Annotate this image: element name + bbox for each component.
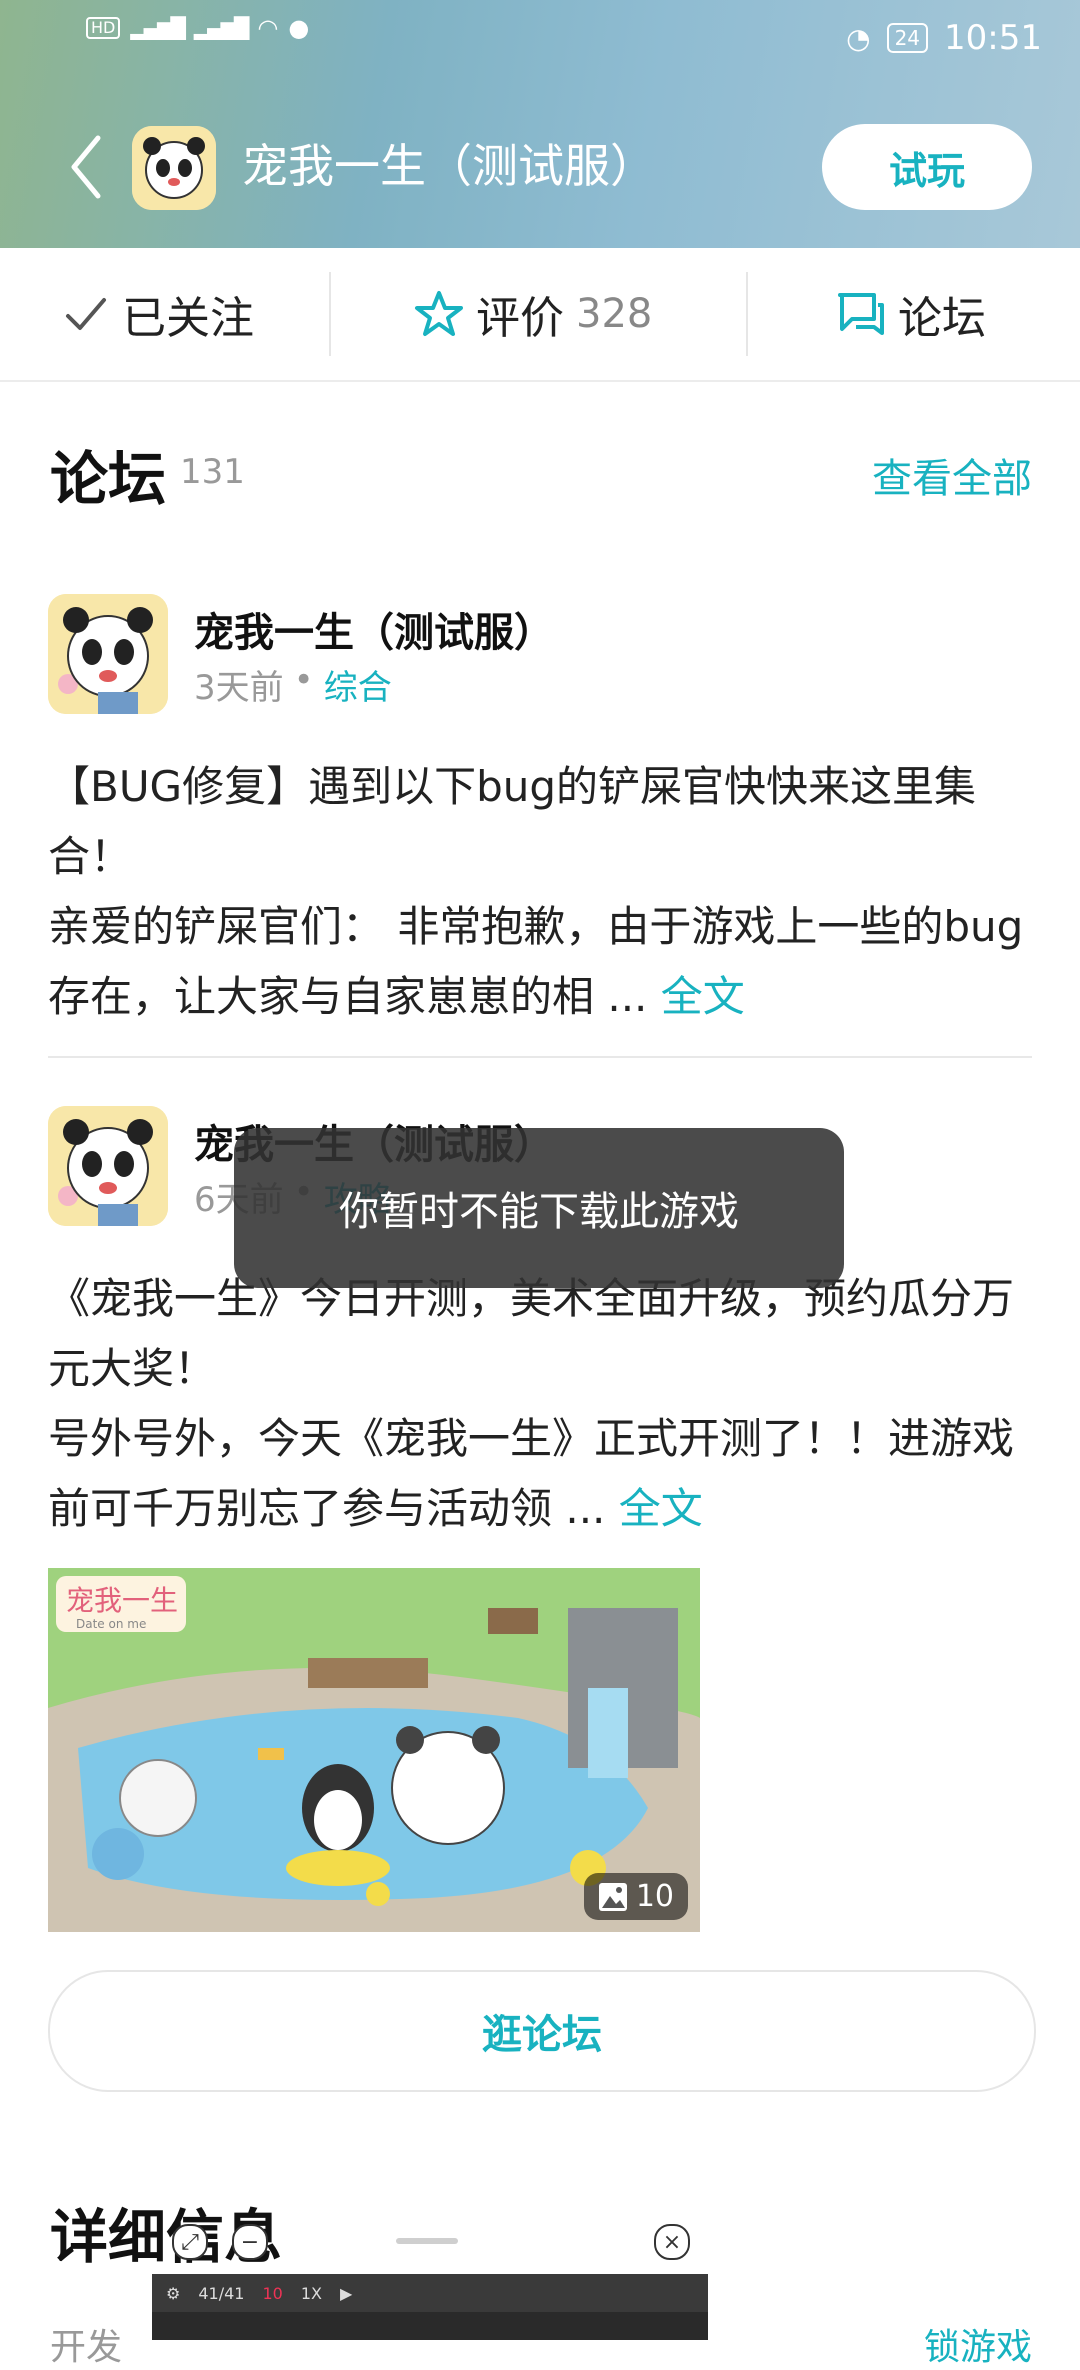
minimize-icon[interactable]: −	[232, 2224, 268, 2260]
forum-count: 131	[180, 452, 245, 492]
image-logo-text: 宠我一生	[66, 1584, 178, 1617]
floating-game-window[interactable]: ⚙ 41/41 10 1X ▶	[152, 2274, 708, 2340]
post-category[interactable]: 综合	[324, 660, 392, 709]
post-image[interactable]: 宠我一生 Date on me 10	[48, 1568, 700, 1932]
browse-forum-button[interactable]: 逛论坛	[48, 1970, 1036, 2092]
nav-bar: 宠我一生（测试服） 试玩	[0, 118, 1080, 218]
post-meta: 3天前 • 综合	[194, 660, 392, 709]
battery-indicator: 24	[886, 23, 929, 53]
status-right: ◔ 24 10:51	[846, 18, 1042, 58]
meta-dot: •	[293, 660, 314, 700]
hd-icon: HD	[86, 17, 121, 39]
game-hud: ⚙ 41/41 10 1X ▶	[152, 2274, 708, 2312]
wifi-icon: ◠	[257, 14, 279, 42]
rate-label: 评价	[476, 293, 564, 344]
app-icon	[132, 126, 216, 210]
image-logo-subtext: Date on me	[76, 1617, 146, 1631]
page-title: 宠我一生（测试服）	[242, 139, 656, 193]
post-headline: 【BUG修复】遇到以下bug的铲屎官快快来这里集合！	[48, 762, 977, 881]
chevron-left-icon	[71, 135, 101, 199]
try-play-button[interactable]: 试玩	[822, 124, 1032, 210]
forum-post[interactable]: 宠我一生（测试服） 3天前 • 综合 【BUG修复】遇到以下bug的铲屎官快快来…	[48, 594, 1032, 1034]
hud-counter: 41/41	[198, 2283, 245, 2303]
follow-tab[interactable]: 已关注	[62, 248, 254, 380]
forum-tab[interactable]: 论坛	[834, 248, 986, 380]
image-icon	[598, 1882, 627, 1911]
speed-icon: ◔	[846, 21, 871, 55]
detail-link[interactable]: 锁游戏	[924, 2318, 1032, 2370]
back-button[interactable]	[66, 132, 106, 202]
post-excerpt: 亲爱的铲屎官们： 非常抱歉，由于游戏上一些的bug存在，让大家与自家崽崽的相 .…	[48, 902, 1024, 1021]
post-avatar	[48, 1106, 168, 1226]
read-more-link[interactable]: 全文	[619, 1484, 703, 1533]
post-author: 宠我一生（测试服）	[194, 610, 554, 656]
hud-speed[interactable]: 1X	[301, 2284, 322, 2303]
post-body: 《宠我一生》今日开测，美术全面升级，预约瓜分万元大奖！ 号外号外，今天《宠我一生…	[48, 1264, 1038, 1544]
rate-count: 328	[576, 291, 653, 337]
post-time: 3天前	[194, 668, 284, 708]
follow-label: 已关注	[122, 293, 254, 344]
star-icon	[415, 291, 463, 336]
clock: 10:51	[944, 18, 1042, 58]
signal-icon: ▂▄▆█	[130, 16, 186, 40]
image-count-badge: 10	[583, 1873, 688, 1920]
chat-icon	[838, 293, 884, 335]
check-icon	[66, 298, 106, 330]
image-count: 10	[635, 1879, 674, 1914]
hud-level: 10	[262, 2283, 283, 2303]
resize-icon[interactable]: ⤢	[172, 2224, 208, 2260]
status-bar: HD ▂▄▆█ ▂▄▆█ ◠ ● ◔ 24 10:51	[0, 0, 1080, 80]
detail-developer-label: 开发	[50, 2327, 123, 2368]
play-icon[interactable]: ▶	[340, 2284, 352, 2303]
tab-divider	[329, 272, 331, 356]
settings-icon[interactable]: ⚙	[166, 2284, 180, 2303]
rate-tab[interactable]: 评价 328	[414, 248, 652, 380]
post-avatar	[48, 594, 168, 714]
floating-window-controls: ⤢ − ×	[160, 2224, 700, 2270]
close-icon[interactable]: ×	[654, 2224, 690, 2260]
action-tabs: 已关注 评价 328 论坛	[0, 248, 1080, 382]
forum-tab-label: 论坛	[898, 293, 986, 344]
post-body: 【BUG修复】遇到以下bug的铲屎官快快来这里集合！ 亲爱的铲屎官们： 非常抱歉…	[48, 752, 1038, 1032]
post-excerpt: 号外号外，今天《宠我一生》正式开测了！！进游戏前可千万别忘了参与活动领 ...	[48, 1414, 1015, 1533]
tab-divider	[746, 272, 748, 356]
forum-section-title: 论坛	[50, 445, 167, 513]
drag-handle[interactable]	[396, 2238, 458, 2244]
status-left: HD ▂▄▆█ ▂▄▆█ ◠ ●	[86, 14, 309, 42]
toast-message: 你暂时不能下载此游戏	[234, 1128, 844, 1288]
header-background: HD ▂▄▆█ ▂▄▆█ ◠ ● ◔ 24 10:51 宠我一生（测试服） 试玩	[0, 0, 1080, 248]
notification-icon: ●	[288, 14, 310, 42]
read-more-link[interactable]: 全文	[661, 972, 745, 1021]
post-divider	[48, 1056, 1032, 1058]
signal-icon-2: ▂▄▆█	[193, 16, 250, 40]
see-all-link[interactable]: 查看全部	[872, 446, 1032, 504]
